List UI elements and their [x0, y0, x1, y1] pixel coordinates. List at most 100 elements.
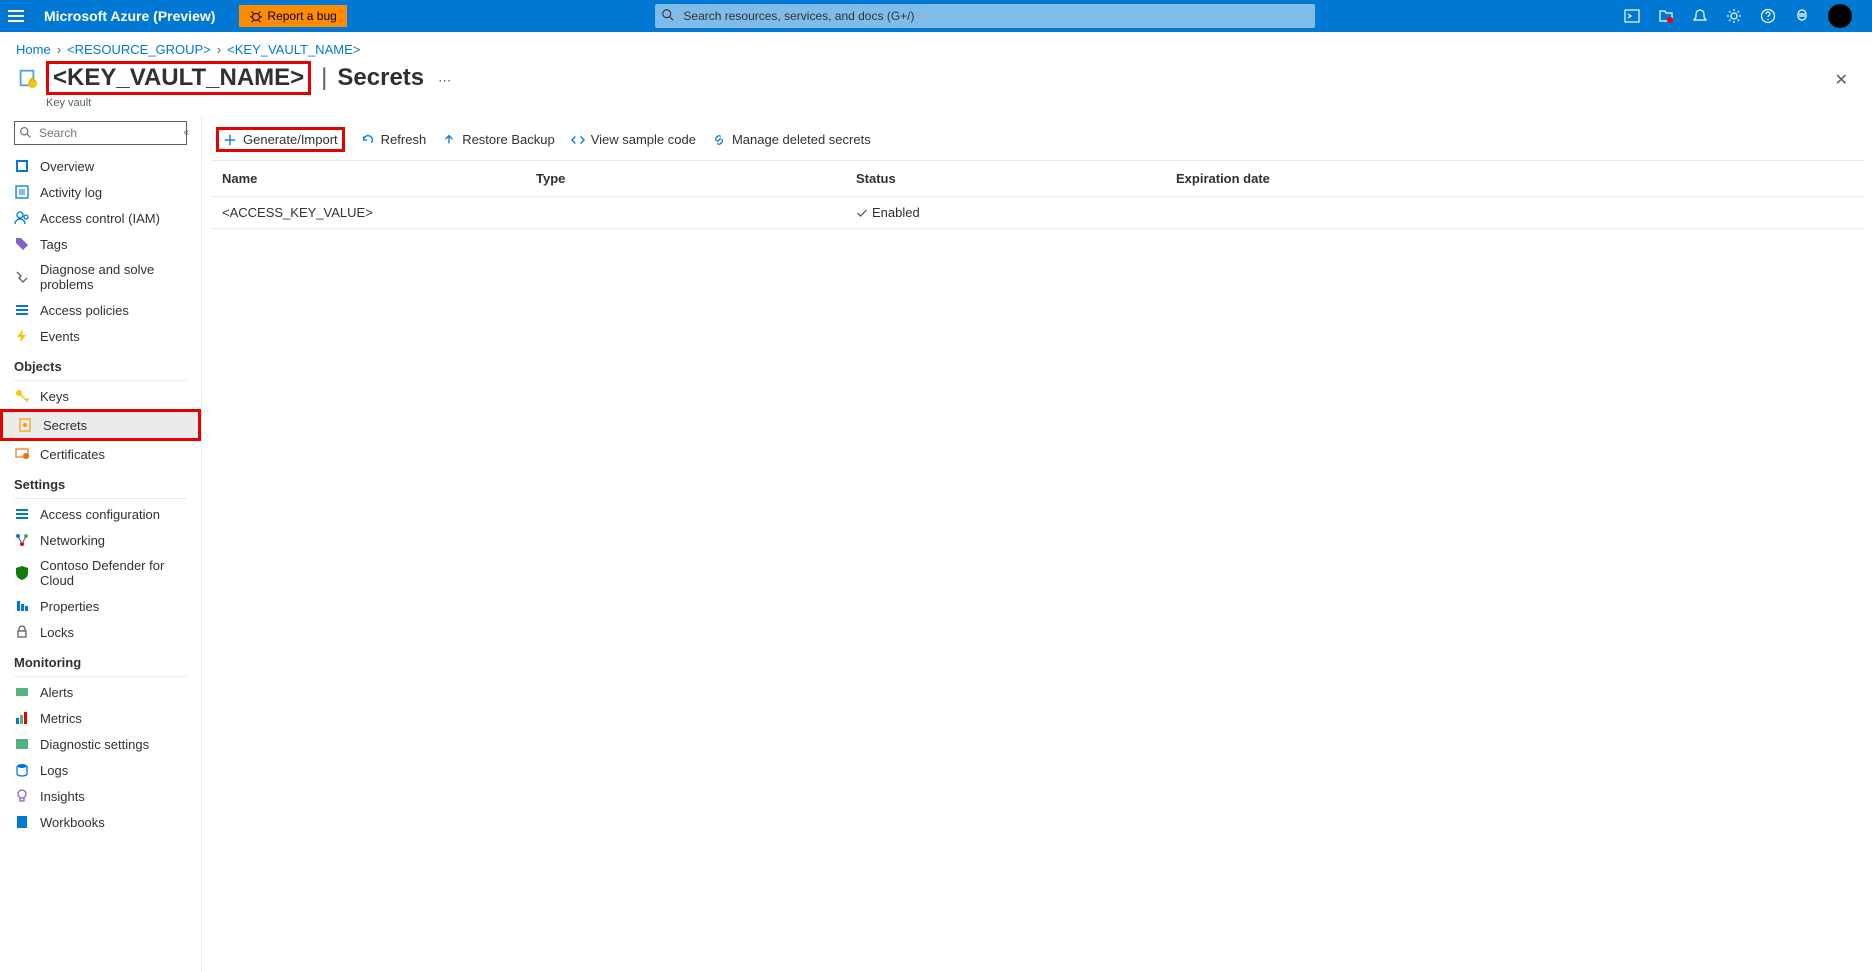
restore-backup-button[interactable]: Restore Backup: [442, 132, 555, 147]
main-content: Generate/Import Refresh Restore Backup V…: [202, 117, 1872, 972]
insights-icon: [14, 788, 30, 804]
overview-icon: [14, 158, 30, 174]
sidebar-item-label: Keys: [40, 389, 69, 404]
sidebar-item-certificates[interactable]: Certificates: [0, 441, 201, 467]
table-row[interactable]: <ACCESS_KEY_VALUE> Enabled: [210, 197, 1864, 229]
top-bar: Microsoft Azure (Preview) Report a bug: [0, 0, 1872, 32]
generate-import-button[interactable]: Generate/Import: [216, 127, 345, 152]
col-header-expiration[interactable]: Expiration date: [1176, 171, 1858, 186]
sidebar-item-locks[interactable]: Locks: [0, 619, 201, 645]
breadcrumb-keyvault[interactable]: <KEY_VAULT_NAME>: [227, 42, 360, 57]
secrets-table: Name Type Status Expiration date <ACCESS…: [210, 161, 1864, 229]
report-bug-label: Report a bug: [267, 9, 336, 23]
sidebar-item-access-config[interactable]: Access configuration: [0, 501, 201, 527]
code-icon: [571, 133, 585, 147]
breadcrumb-resource-group[interactable]: <RESOURCE_GROUP>: [67, 42, 211, 57]
top-right-icons: [1624, 4, 1864, 28]
chevron-right-icon: ›: [57, 42, 61, 57]
sidebar-section-objects: Objects: [0, 349, 201, 378]
sidebar-item-keys[interactable]: Keys: [0, 383, 201, 409]
global-search-input[interactable]: [655, 4, 1315, 28]
close-icon[interactable]: ✕: [1835, 70, 1856, 90]
sidebar-item-label: Insights: [40, 789, 85, 804]
settings-icon[interactable]: [1726, 8, 1742, 24]
sidebar-item-tags[interactable]: Tags: [0, 231, 201, 257]
sidebar-item-networking[interactable]: Networking: [0, 527, 201, 553]
sidebar-item-events[interactable]: Events: [0, 323, 201, 349]
plus-icon: [223, 133, 237, 147]
sidebar-item-label: Workbooks: [40, 815, 105, 830]
sidebar-item-insights[interactable]: Insights: [0, 783, 201, 809]
report-bug-button[interactable]: Report a bug: [239, 5, 346, 27]
brand-label[interactable]: Microsoft Azure (Preview): [44, 8, 215, 24]
col-header-type[interactable]: Type: [536, 171, 856, 186]
keyvault-icon: [16, 67, 38, 89]
tool-label: Refresh: [381, 132, 427, 147]
cloudshell-icon[interactable]: [1624, 8, 1640, 24]
hamburger-menu-icon[interactable]: [8, 6, 28, 26]
sidebar-item-label: Properties: [40, 599, 99, 614]
status-label: Enabled: [872, 205, 920, 220]
sidebar-item-label: Certificates: [40, 447, 105, 462]
directories-icon[interactable]: [1658, 8, 1674, 24]
feedback-icon[interactable]: [1794, 8, 1810, 24]
view-sample-code-button[interactable]: View sample code: [571, 132, 696, 147]
lock-icon: [14, 624, 30, 640]
col-header-status[interactable]: Status: [856, 171, 1176, 186]
sidebar-item-logs[interactable]: Logs: [0, 757, 201, 783]
link-icon: [712, 133, 726, 147]
sidebar-item-label: Tags: [40, 237, 67, 252]
page-subtitle: Key vault: [0, 97, 1872, 117]
divider: [14, 498, 187, 499]
cell-type: [536, 205, 856, 220]
sidebar-item-label: Access configuration: [40, 507, 160, 522]
sidebar-item-label: Networking: [40, 533, 105, 548]
sidebar-search-wrap: «: [14, 121, 187, 145]
sidebar-item-label: Alerts: [40, 685, 73, 700]
page-title: <KEY_VAULT_NAME>: [46, 61, 311, 95]
sidebar-item-properties[interactable]: Properties: [0, 593, 201, 619]
alerts-icon: [14, 684, 30, 700]
certificates-icon: [14, 446, 30, 462]
metrics-icon: [14, 710, 30, 726]
sidebar-item-activity-log[interactable]: Activity log: [0, 179, 201, 205]
manage-deleted-button[interactable]: Manage deleted secrets: [712, 132, 871, 147]
sidebar-item-diagnostic[interactable]: Diagnostic settings: [0, 731, 201, 757]
search-icon: [19, 126, 32, 139]
cell-name: <ACCESS_KEY_VALUE>: [216, 205, 536, 220]
sidebar-search-input[interactable]: [14, 121, 187, 145]
help-icon[interactable]: [1760, 8, 1776, 24]
diagnostic-icon: [14, 736, 30, 752]
sidebar-section-settings: Settings: [0, 467, 201, 496]
keys-icon: [14, 388, 30, 404]
sidebar-item-workbooks[interactable]: Workbooks: [0, 809, 201, 835]
sidebar-item-label: Overview: [40, 159, 94, 174]
sidebar-item-diagnose[interactable]: Diagnose and solve problems: [0, 257, 201, 297]
sidebar-item-defender[interactable]: Contoso Defender for Cloud: [0, 553, 201, 593]
defender-icon: [14, 565, 30, 581]
sidebar-section-monitoring: Monitoring: [0, 645, 201, 674]
sidebar-item-label: Logs: [40, 763, 68, 778]
breadcrumb-home[interactable]: Home: [16, 42, 51, 57]
avatar[interactable]: [1828, 4, 1852, 28]
collapse-sidebar-icon[interactable]: «: [183, 127, 189, 138]
sidebar-item-label: Locks: [40, 625, 74, 640]
col-header-name[interactable]: Name: [216, 171, 536, 186]
sidebar-item-alerts[interactable]: Alerts: [0, 679, 201, 705]
cell-status: Enabled: [856, 205, 1176, 220]
divider: [14, 676, 187, 677]
sidebar-item-label: Access control (IAM): [40, 211, 160, 226]
sidebar-item-overview[interactable]: Overview: [0, 153, 201, 179]
more-icon[interactable]: ⋯: [438, 73, 451, 89]
refresh-button[interactable]: Refresh: [361, 132, 427, 147]
sidebar-item-access-policies[interactable]: Access policies: [0, 297, 201, 323]
breadcrumb: Home › <RESOURCE_GROUP> › <KEY_VAULT_NAM…: [0, 32, 1872, 61]
sidebar-item-label: Metrics: [40, 711, 82, 726]
notifications-icon[interactable]: [1692, 8, 1708, 24]
sidebar-item-label: Diagnose and solve problems: [40, 262, 187, 292]
page-title-row: <KEY_VAULT_NAME> | Secrets ⋯ ✕: [0, 61, 1872, 97]
properties-icon: [14, 598, 30, 614]
sidebar-item-access-control[interactable]: Access control (IAM): [0, 205, 201, 231]
sidebar-item-secrets[interactable]: Secrets: [0, 409, 201, 441]
sidebar-item-metrics[interactable]: Metrics: [0, 705, 201, 731]
